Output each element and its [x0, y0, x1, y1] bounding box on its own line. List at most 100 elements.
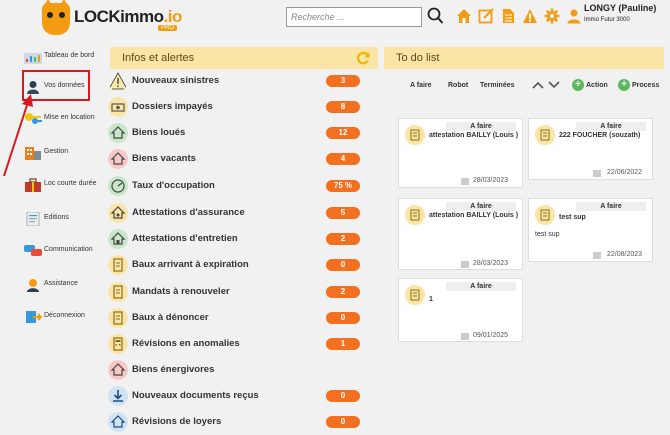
task-title: attestation BAILLY (Louis ) — [429, 132, 519, 139]
rent-revision-icon — [108, 412, 128, 432]
alert-row-attestations-assurance[interactable]: Attestations d'assurance 5 — [108, 202, 376, 224]
sidebar-item-communication[interactable]: Communication — [22, 238, 98, 266]
tab-terminees[interactable]: Terminées — [480, 82, 515, 89]
alert-row-revisions-anomalies[interactable]: Révisions en anomalies 1 — [108, 333, 376, 355]
document-icon[interactable] — [500, 8, 516, 24]
task-date: 28/03/2023 — [473, 177, 509, 184]
alert-icon[interactable] — [522, 8, 538, 24]
user-company: Immo Futur 3000 — [584, 17, 630, 23]
search-icon[interactable] — [426, 6, 444, 26]
alert-label: Révisions en anomalies — [132, 338, 240, 349]
maintenance-house-icon — [108, 229, 128, 249]
alert-label: Attestations d'entretien — [132, 233, 238, 244]
alert-row-dossiers-impayes[interactable]: Dossiers impayés 8 — [108, 96, 376, 118]
chevron-up-icon[interactable] — [532, 80, 544, 90]
add-action-button[interactable]: Action — [586, 82, 608, 89]
alert-row-baux-expiration[interactable]: Baux arrivant à expiration 0 — [108, 254, 376, 276]
brand-name: LOCKimmo.io — [74, 7, 182, 26]
chevron-down-icon[interactable] — [548, 80, 560, 90]
alert-row-nouveaux-sinistres[interactable]: Nouveaux sinistres 3 — [108, 70, 376, 92]
task-status-badge: A faire — [576, 122, 646, 131]
task-date: 22/08/2023 — [607, 251, 643, 258]
sidebar-item-label: Tableau de bord — [44, 52, 95, 59]
alert-count-badge: 8 — [326, 101, 360, 113]
vacant-house-icon — [108, 149, 128, 169]
todo-card[interactable]: A faire 1 09/01/2025 — [398, 278, 523, 342]
alert-row-biens-vacants[interactable]: Biens vacants 4 — [108, 148, 376, 170]
task-icon — [535, 125, 555, 145]
sidebar-item-label: Déconnexion — [44, 312, 85, 319]
refresh-icon[interactable] — [356, 51, 370, 65]
add-action-icon[interactable]: + — [572, 79, 584, 91]
todo-card[interactable]: A faire test sup test sup 22/08/2023 — [528, 198, 653, 262]
alert-row-mandats-renouveler[interactable]: Mandats à renouveler 2 — [108, 281, 376, 303]
calendar-icon — [461, 178, 469, 185]
alert-row-biens-energivores[interactable]: Biens énergivores — [108, 359, 376, 381]
todo-toolbar: A faire Robot Terminées + Action + Proce… — [398, 78, 668, 94]
alert-row-biens-loues[interactable]: Biens loués 12 — [108, 122, 376, 144]
task-status-badge: A faire — [576, 202, 646, 211]
alert-count-badge: 12 — [326, 127, 360, 139]
sidebar-item-label: Loc courte durée — [44, 180, 97, 187]
alerts-panel-header: Infos et alertes — [110, 47, 378, 69]
alert-count-badge: 75 % — [326, 180, 360, 192]
task-title: attestation BAILLY (Louis ) — [429, 212, 519, 219]
sidebar-item-assistance[interactable]: Assistance — [22, 272, 98, 300]
top-bar: LOCKimmo.io PRO LONGY (Pauline) — [0, 0, 670, 38]
add-process-icon[interactable]: + — [618, 79, 630, 91]
tab-robot[interactable]: Robot — [448, 82, 468, 89]
pro-badge: PRO — [158, 25, 178, 31]
sidebar-item-deconnexion[interactable]: Déconnexion — [22, 304, 98, 332]
user-icon[interactable] — [566, 8, 582, 24]
alerts-panel-title: Infos et alertes — [122, 52, 195, 64]
chat-icon — [24, 245, 42, 256]
alert-label: Nouveaux sinistres — [132, 75, 220, 86]
home-icon[interactable] — [456, 8, 472, 24]
warning-icon — [108, 71, 128, 90]
alert-label: Baux arrivant à expiration — [132, 259, 249, 270]
todo-card[interactable]: A faire attestation BAILLY (Louis ) 28/0… — [398, 198, 523, 270]
alert-label: Révisions de loyers — [132, 416, 222, 427]
edit-icon[interactable] — [478, 8, 494, 24]
calendar-icon — [593, 252, 601, 259]
alert-row-revisions-loyers[interactable]: Révisions de loyers 0 — [108, 411, 376, 433]
task-title: 222 FOUCHER (souzath) — [559, 132, 641, 139]
lease-document-icon — [108, 255, 128, 275]
alert-row-taux-occupation[interactable]: Taux d'occupation 75 % — [108, 175, 376, 197]
task-status-badge: A faire — [446, 122, 516, 131]
dashboard-icon — [24, 53, 42, 64]
sidebar-item-editions[interactable]: Editions — [22, 206, 98, 234]
logout-icon — [26, 311, 42, 323]
alert-label: Dossiers impayés — [132, 101, 213, 112]
sidebar-item-tableau-de-bord[interactable]: Tableau de bord — [22, 44, 98, 72]
energy-house-icon — [108, 360, 128, 380]
alert-count-badge: 1 — [326, 338, 360, 350]
insurance-house-icon — [108, 203, 128, 223]
document-print-icon — [26, 212, 40, 226]
alert-label: Taux d'occupation — [132, 180, 215, 191]
download-icon — [108, 386, 128, 406]
tab-a-faire[interactable]: A faire — [410, 82, 432, 89]
task-status-badge: A faire — [446, 282, 516, 291]
add-process-button[interactable]: Process — [632, 82, 659, 89]
search-input[interactable] — [286, 7, 422, 27]
alert-row-baux-denoncer[interactable]: Baux à dénoncer 0 — [108, 307, 376, 329]
alert-count-badge: 3 — [326, 75, 360, 87]
sidebar-item-label: Mise en location — [44, 114, 95, 121]
gear-icon[interactable] — [544, 8, 560, 24]
todo-panel-title: To do list — [396, 52, 440, 64]
todo-card[interactable]: A faire 222 FOUCHER (souzath) 22/06/2022 — [528, 118, 653, 180]
unpaid-money-icon — [108, 97, 128, 117]
sidebar-item-label: Gestion — [44, 148, 69, 155]
sidebar-item-label: Communication — [44, 246, 93, 253]
rented-house-icon — [108, 123, 128, 143]
lockimmo-logo[interactable]: LOCKimmo.io PRO — [42, 0, 182, 35]
support-icon — [27, 279, 39, 292]
alert-row-nouveaux-documents[interactable]: Nouveaux documents reçus 0 — [108, 385, 376, 407]
cat-mascot-icon — [42, 0, 70, 35]
alert-row-attestations-entretien[interactable]: Attestations d'entretien 2 — [108, 228, 376, 250]
alert-count-badge: 2 — [326, 233, 360, 245]
todo-card[interactable]: A faire attestation BAILLY (Louis ) 28/0… — [398, 118, 523, 188]
task-icon — [405, 205, 425, 225]
sidebar-item-label: Assistance — [44, 280, 78, 287]
